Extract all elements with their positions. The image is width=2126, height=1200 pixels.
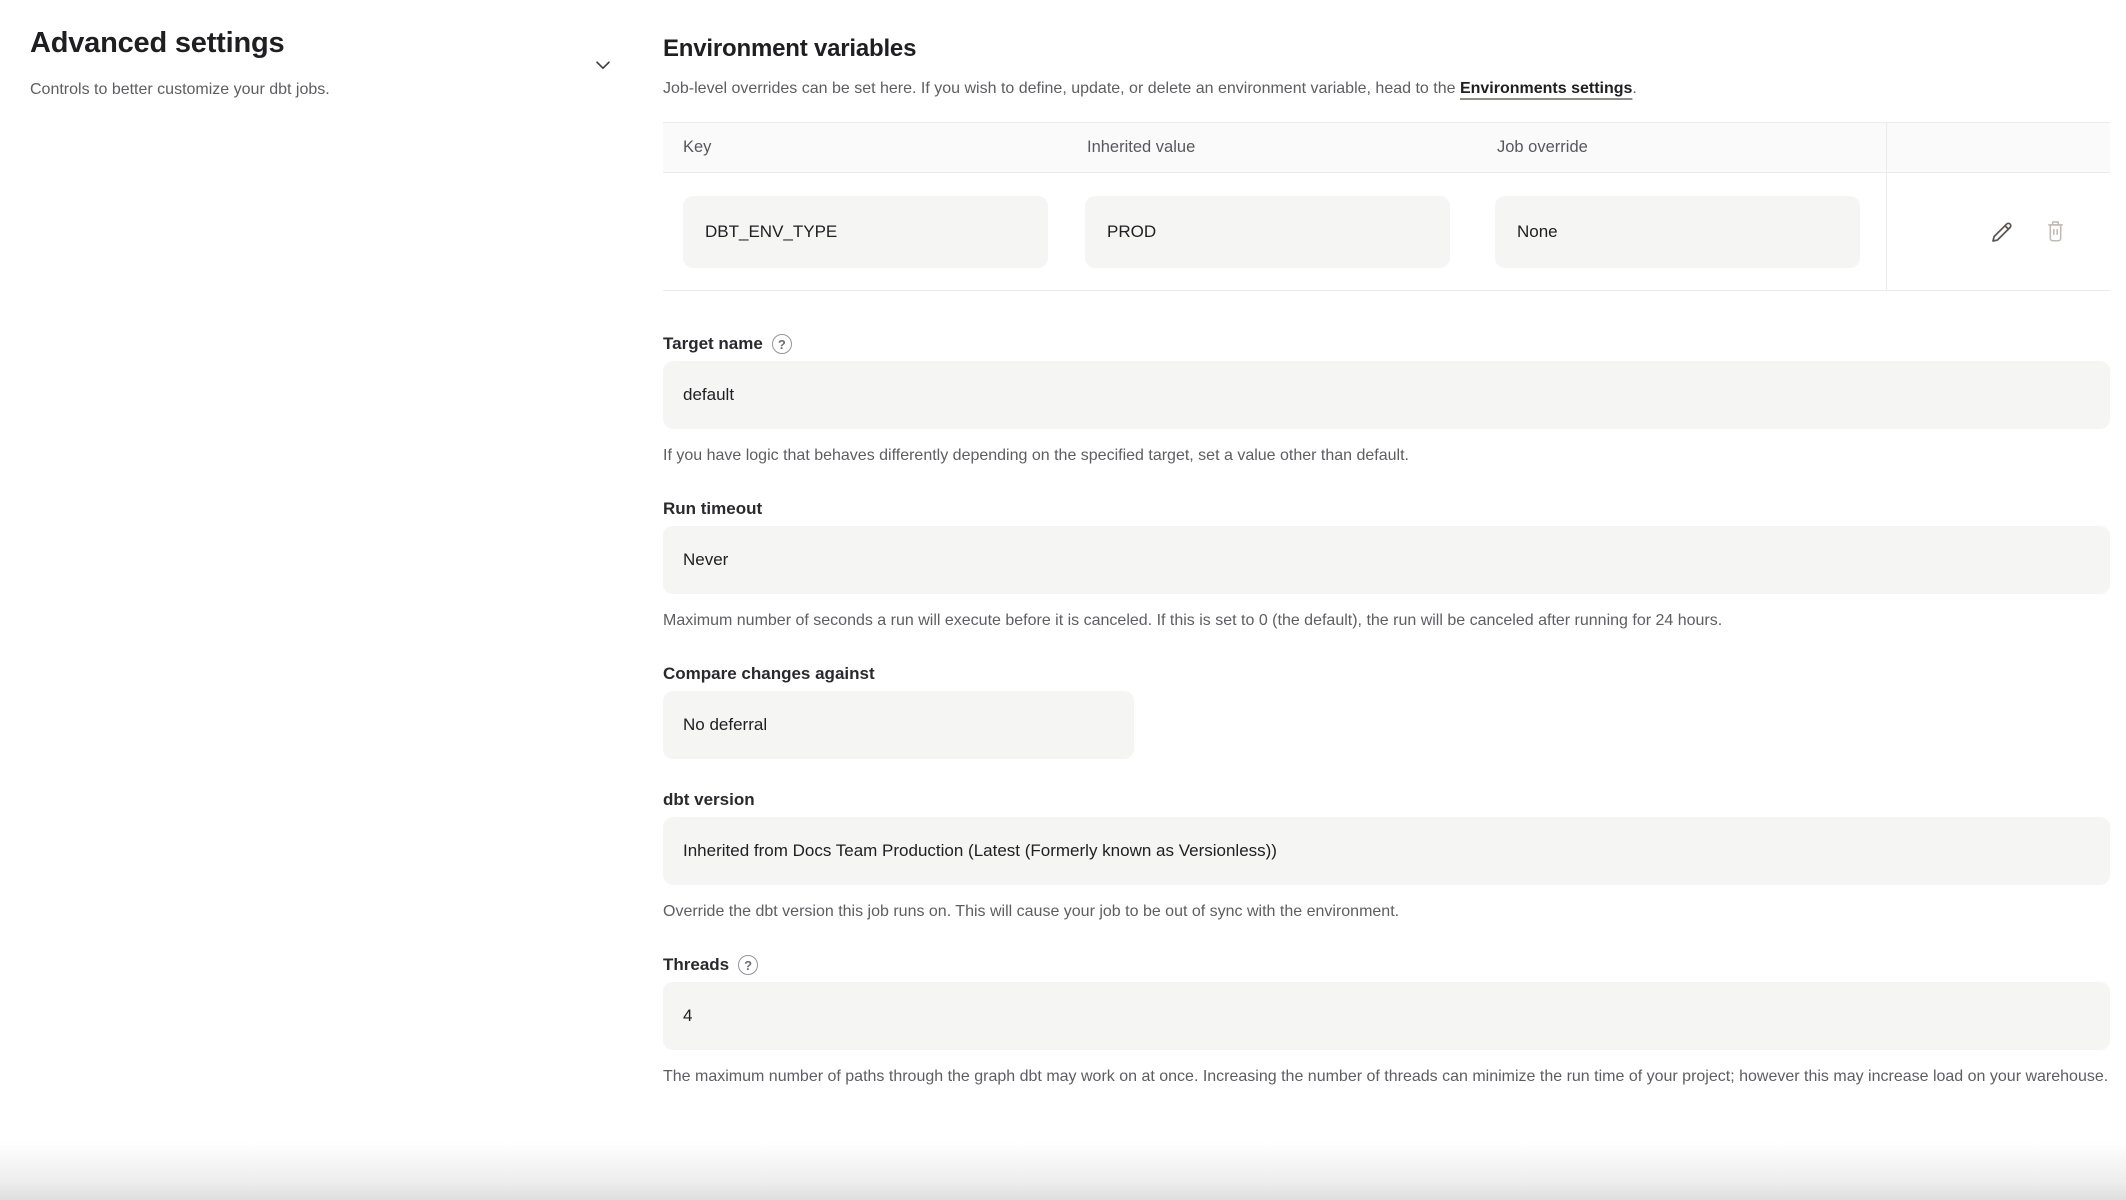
dbt-version-input[interactable]	[663, 817, 2110, 885]
page-title: Advanced settings	[30, 25, 590, 61]
trash-icon	[2043, 218, 2068, 245]
env-var-override-value: None	[1495, 196, 1860, 268]
compare-changes-label: Compare changes against	[663, 663, 875, 685]
env-vars-description: Job-level overrides can be set here. If …	[663, 77, 2110, 101]
env-var-override-cell: None	[1475, 196, 1886, 268]
column-header-key: Key	[663, 138, 1065, 157]
dbt-version-label-row: dbt version	[663, 789, 2110, 811]
delete-env-var-button[interactable]	[2043, 218, 2068, 245]
chevron-down-icon	[592, 54, 614, 76]
env-vars-heading: Environment variables	[663, 33, 2110, 64]
threads-label-row: Threads ?	[663, 954, 2110, 976]
edit-env-var-button[interactable]	[1988, 218, 2016, 246]
env-vars-table-header: Key Inherited value Job override	[663, 123, 2110, 173]
dbt-version-help-text: Override the dbt version this job runs o…	[663, 898, 2110, 926]
bottom-scroll-fade	[0, 1142, 2126, 1200]
threads-label: Threads	[663, 954, 729, 976]
target-name-help-text: If you have logic that behaves different…	[663, 442, 2110, 470]
env-vars-description-period: .	[1632, 80, 1636, 97]
run-timeout-label: Run timeout	[663, 498, 762, 520]
run-timeout-help-text: Maximum number of seconds a run will exe…	[663, 607, 2110, 635]
table-row: DBT_ENV_TYPE PROD None	[663, 173, 2110, 290]
run-timeout-label-row: Run timeout	[663, 498, 2110, 520]
env-vars-description-text: Job-level overrides can be set here. If …	[663, 80, 1460, 97]
column-header-inherited-value: Inherited value	[1065, 138, 1475, 157]
env-var-inherited-value: PROD	[1085, 196, 1450, 268]
target-name-label: Target name	[663, 333, 763, 355]
compare-changes-input[interactable]	[663, 691, 1134, 759]
column-header-job-override: Job override	[1475, 138, 1886, 157]
advanced-settings-panel-header: Advanced settings Controls to better cus…	[30, 25, 590, 102]
pencil-icon	[1988, 218, 2016, 246]
collapse-section-button[interactable]	[590, 52, 616, 78]
env-var-inherited-cell: PROD	[1065, 196, 1475, 268]
env-var-actions-cell	[1886, 173, 2110, 290]
target-name-input[interactable]	[663, 361, 2110, 429]
target-name-help-icon[interactable]: ?	[772, 334, 792, 354]
threads-help-text: The maximum number of paths through the …	[663, 1063, 2110, 1091]
page-subtitle: Controls to better customize your dbt jo…	[30, 78, 590, 102]
advanced-settings-content: Environment variables Job-level override…	[663, 0, 2110, 1091]
env-vars-table: Key Inherited value Job override DBT_ENV…	[663, 122, 2110, 291]
column-header-actions	[1886, 123, 2110, 172]
env-var-key-cell: DBT_ENV_TYPE	[663, 196, 1065, 268]
threads-input[interactable]	[663, 982, 2110, 1050]
environments-settings-link[interactable]: Environments settings	[1460, 80, 1632, 97]
env-var-key-value: DBT_ENV_TYPE	[683, 196, 1048, 268]
run-timeout-input[interactable]	[663, 526, 2110, 594]
dbt-version-label: dbt version	[663, 789, 755, 811]
threads-help-icon[interactable]: ?	[738, 955, 758, 975]
target-name-label-row: Target name ?	[663, 333, 2110, 355]
compare-changes-label-row: Compare changes against	[663, 663, 2110, 685]
